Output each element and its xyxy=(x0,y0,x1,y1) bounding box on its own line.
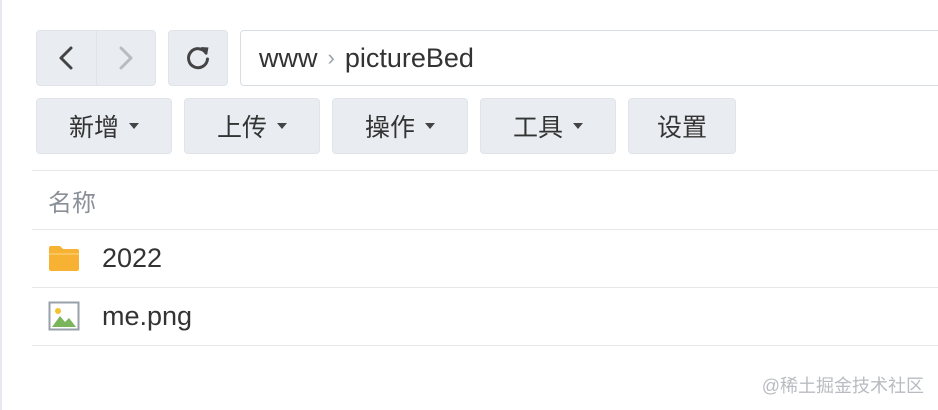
row-divider xyxy=(32,345,938,346)
column-header-name[interactable]: 名称 xyxy=(48,183,96,218)
breadcrumb-item-www[interactable]: www xyxy=(259,43,318,74)
caret-down-icon xyxy=(277,123,287,129)
caret-down-icon xyxy=(573,123,583,129)
image-file-icon xyxy=(48,301,80,331)
new-button[interactable]: 新增 xyxy=(36,98,172,154)
refresh-icon xyxy=(187,47,209,70)
list-top-divider xyxy=(32,170,938,171)
upload-button[interactable]: 上传 xyxy=(184,98,320,154)
settings-button[interactable]: 设置 xyxy=(628,98,736,154)
list-item[interactable]: 2022 xyxy=(48,230,162,286)
new-button-label: 新增 xyxy=(68,114,119,142)
refresh-button[interactable] xyxy=(168,30,228,86)
list-item-name: 2022 xyxy=(102,242,163,273)
settings-button-label: 设置 xyxy=(656,114,707,142)
upload-button-label: 上传 xyxy=(216,114,267,142)
path-bar[interactable]: www › pictureBed xyxy=(240,30,938,86)
chevron-left-icon xyxy=(59,46,73,70)
back-button[interactable] xyxy=(37,31,96,85)
folder-icon xyxy=(49,246,79,271)
tools-button[interactable]: 工具 xyxy=(480,98,616,154)
tools-button-label: 工具 xyxy=(512,114,563,142)
list-item[interactable]: me.png xyxy=(48,288,192,344)
caret-down-icon xyxy=(129,123,139,129)
action-button-label: 操作 xyxy=(364,114,415,142)
nav-button-group xyxy=(36,30,156,86)
breadcrumb-separator: › xyxy=(327,45,335,70)
chevron-right-icon xyxy=(119,46,133,70)
header-divider xyxy=(32,229,938,230)
list-item-name: me.png xyxy=(102,300,193,331)
forward-button[interactable] xyxy=(96,31,155,85)
watermark: @稀土掘金技术社区 xyxy=(761,376,924,396)
action-button[interactable]: 操作 xyxy=(332,98,468,154)
window-left-edge xyxy=(0,0,2,410)
breadcrumb-item-picturebed[interactable]: pictureBed xyxy=(345,43,474,74)
caret-down-icon xyxy=(425,123,435,129)
